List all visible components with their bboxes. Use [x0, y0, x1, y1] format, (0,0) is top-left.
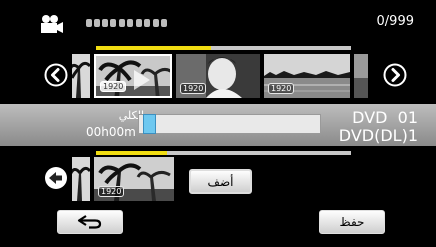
add-button[interactable]: أضف [189, 169, 252, 194]
playlist-prev-button[interactable] [44, 166, 68, 190]
play-icon [134, 70, 150, 90]
source-thumbnail[interactable]: 1920 [264, 54, 350, 98]
return-arrow-icon [77, 215, 102, 229]
total-time: 00h00m [86, 125, 136, 139]
source-thumbnail-selected[interactable]: 1920 [94, 54, 172, 98]
disc-layer-label: DVD(DL)1 [338, 126, 418, 145]
resolution-badge: 1920 [268, 83, 295, 94]
playlist-thumbnail[interactable] [72, 157, 90, 201]
video-camera-icon [41, 15, 63, 33]
save-button[interactable]: حفظ [319, 210, 385, 234]
playlist-progress-bar [96, 151, 351, 155]
playlist-editor-screen: 0/999 1920 1920 1920 الكلي 00h00m DVD 01… [0, 0, 436, 247]
partial-thumbnail-image [354, 54, 368, 98]
source-progress-bar [96, 46, 351, 50]
playlist-thumbnail[interactable]: 1920 [94, 157, 174, 201]
playlist-thumbnail-strip: 1920 [72, 157, 182, 201]
prev-page-button[interactable] [44, 63, 68, 87]
resolution-badge: 1920 [180, 83, 207, 94]
recording-date-placeholder [86, 19, 167, 29]
source-thumbnail[interactable] [72, 54, 90, 98]
palm-trees-image [72, 157, 90, 201]
source-progress-fill [96, 46, 211, 50]
source-thumbnail[interactable] [354, 54, 368, 98]
playlist-progress-fill [96, 151, 168, 155]
clip-counter: 0/999 [376, 14, 414, 29]
palm-trees-image [72, 54, 90, 98]
source-thumbnail[interactable]: 1920 [176, 54, 260, 98]
source-thumbnail-strip: 1920 1920 1920 [72, 54, 378, 98]
playlist-timeline [138, 114, 321, 134]
resolution-badge: 1920 [98, 186, 125, 197]
back-button[interactable] [57, 210, 123, 234]
disc-type-label: DVD 01 [352, 108, 418, 127]
next-page-button[interactable] [383, 63, 407, 87]
resolution-badge: 1920 [100, 81, 127, 92]
timeline-position-marker [143, 114, 156, 134]
